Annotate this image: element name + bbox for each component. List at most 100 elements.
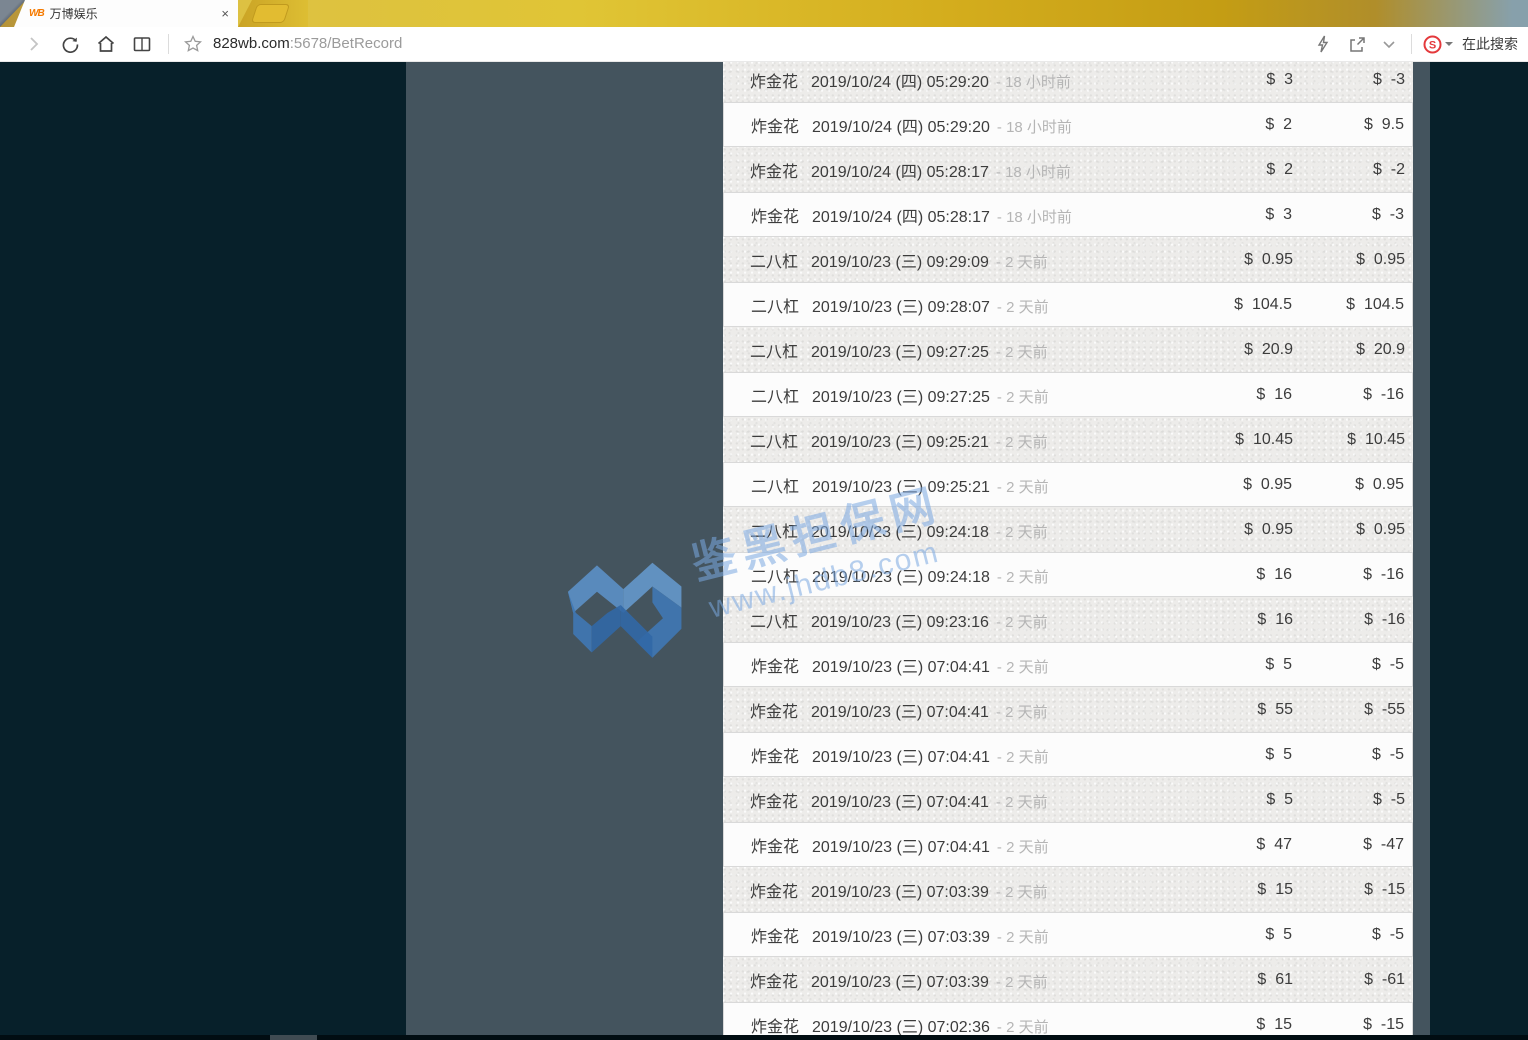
time-cell: 2019/10/24 (四) 05:28:17 - 18 小时前 bbox=[811, 158, 1128, 182]
site-favicon: WB bbox=[29, 8, 45, 19]
bet-record-row: 二八杠 2019/10/23 (三) 09:24:18 - 2 天前 $ 0.95… bbox=[723, 507, 1413, 552]
time-ago-label: - 2 天前 bbox=[995, 613, 1048, 631]
search-here-label[interactable]: 在此搜索 bbox=[1462, 34, 1518, 54]
win-loss-cell: $ 104.5 bbox=[1346, 295, 1404, 313]
game-name-cell: 炸金花 bbox=[750, 163, 799, 181]
bet-datetime: 2019/10/23 (三) 09:23:16 bbox=[811, 613, 989, 631]
win-loss-cell: $ -61 bbox=[1364, 970, 1405, 988]
bet-records-table: 炸金花 2019/10/24 (四) 05:29:20- 18 小时前 $ 3 … bbox=[723, 62, 1413, 1040]
time-ago-label: - 2 天前 bbox=[996, 388, 1049, 406]
time-ago-label: - 18 小时前 bbox=[995, 73, 1071, 91]
horizontal-scrollbar[interactable] bbox=[0, 1035, 1528, 1040]
page-viewport: 炸金花 2019/10/24 (四) 05:29:20- 18 小时前 $ 3 … bbox=[0, 62, 1528, 1040]
favorite-star-icon[interactable] bbox=[183, 34, 203, 54]
win-loss-cell: $ -16 bbox=[1363, 385, 1404, 403]
browser-tab[interactable]: WB 万博娱乐 × bbox=[14, 0, 238, 27]
bet-record-row: 二八杠 2019/10/23 (三) 09:28:07 - 2 天前 $ 104.… bbox=[723, 282, 1413, 327]
game-name-cell: 炸金花 bbox=[751, 118, 800, 136]
time-ago-label: - 2 天前 bbox=[996, 748, 1049, 766]
time-ago-label: - 18 小时前 bbox=[995, 163, 1071, 181]
time-cell: 2019/10/23 (三) 07:04:41 - 2 天前 bbox=[812, 833, 1127, 857]
toolbar-separator bbox=[168, 34, 169, 54]
bet-record-row: 二八杠 2019/10/23 (三) 09:23:16 - 2 天前 $ 16 $… bbox=[723, 597, 1413, 642]
time-cell: 2019/10/23 (三) 07:02:36 - 2 天前 bbox=[812, 1013, 1127, 1037]
time-ago-label: - 2 天前 bbox=[995, 703, 1048, 721]
flash-plugin-icon[interactable] bbox=[1313, 34, 1333, 54]
time-cell: 2019/10/23 (三) 09:27:25 - 2 天前 bbox=[811, 338, 1128, 362]
home-icon[interactable] bbox=[96, 34, 116, 54]
bet-amount-cell: $ 10.45 bbox=[1235, 430, 1293, 448]
bet-record-row: 二八杠 2019/10/23 (三) 09:25:21 - 2 天前 $ 10.4… bbox=[723, 417, 1413, 462]
bet-record-row: 二八杠 2019/10/23 (三) 09:25:21 - 2 天前 $ 0.95… bbox=[723, 462, 1413, 507]
bet-record-row: 炸金花 2019/10/24 (四) 05:28:17- 18 小时前 $ 2 … bbox=[723, 147, 1413, 192]
bet-amount-cell: $ 20.9 bbox=[1244, 340, 1293, 358]
time-ago-label: - 2 天前 bbox=[995, 973, 1048, 991]
time-ago-label: - 2 天前 bbox=[996, 568, 1049, 586]
time-ago-label: - 2 天前 bbox=[995, 523, 1048, 541]
game-name-cell: 二八杠 bbox=[750, 253, 799, 271]
bet-amount-cell: $ 16 bbox=[1256, 385, 1292, 403]
bet-record-row: 炸金花 2019/10/23 (三) 07:03:39 - 2 天前 $ 15 $… bbox=[723, 867, 1413, 912]
win-loss-cell: $ -55 bbox=[1364, 700, 1405, 718]
win-loss-cell: $ -5 bbox=[1371, 655, 1404, 673]
bet-amount-cell: $ 15 bbox=[1257, 880, 1293, 898]
time-cell: 2019/10/23 (三) 09:23:16 - 2 天前 bbox=[811, 608, 1128, 632]
bet-datetime: 2019/10/23 (三) 09:25:21 bbox=[812, 478, 990, 496]
bet-datetime: 2019/10/23 (三) 07:03:39 bbox=[811, 973, 989, 991]
time-cell: 2019/10/23 (三) 07:03:39 - 2 天前 bbox=[812, 923, 1127, 947]
watermark-logo-icon bbox=[567, 562, 682, 658]
url-host: 828wb.com bbox=[213, 35, 290, 52]
bet-record-row: 炸金花 2019/10/23 (三) 07:04:41 - 2 天前 $ 5 $ … bbox=[723, 732, 1413, 777]
game-name-cell: 炸金花 bbox=[750, 73, 799, 91]
game-name-cell: 炸金花 bbox=[751, 208, 800, 226]
time-cell: 2019/10/23 (三) 07:04:41 - 2 天前 bbox=[811, 788, 1128, 812]
bet-amount-cell: $ 0.95 bbox=[1244, 520, 1293, 538]
bet-amount-cell: $ 5 bbox=[1266, 790, 1293, 808]
bet-datetime: 2019/10/24 (四) 05:28:17 bbox=[811, 163, 989, 181]
bet-datetime: 2019/10/23 (三) 09:27:25 bbox=[812, 388, 990, 406]
bet-amount-cell: $ 3 bbox=[1266, 70, 1293, 88]
bet-record-row: 二八杠 2019/10/23 (三) 09:24:18 - 2 天前 $ 16 $… bbox=[723, 552, 1413, 597]
bet-amount-cell: $ 15 bbox=[1256, 1015, 1292, 1033]
bet-datetime: 2019/10/23 (三) 07:04:41 bbox=[812, 658, 990, 676]
win-loss-cell: $ -3 bbox=[1372, 70, 1405, 88]
bet-amount-cell: $ 16 bbox=[1257, 610, 1293, 628]
forward-icon[interactable] bbox=[24, 34, 44, 54]
time-ago-label: - 2 天前 bbox=[995, 343, 1048, 361]
win-loss-cell: $ -5 bbox=[1371, 745, 1404, 763]
chevron-down-icon[interactable] bbox=[1379, 34, 1399, 54]
tab-close-icon[interactable]: × bbox=[221, 7, 229, 20]
bet-record-row: 炸金花 2019/10/23 (三) 07:03:39 - 2 天前 $ 5 $ … bbox=[723, 912, 1413, 957]
new-tab-button[interactable] bbox=[250, 4, 291, 23]
win-loss-cell: $ 10.45 bbox=[1347, 430, 1405, 448]
time-cell: 2019/10/23 (三) 07:04:41 - 2 天前 bbox=[811, 698, 1128, 722]
sogou-dropdown-icon[interactable] bbox=[1444, 34, 1454, 54]
game-name-cell: 二八杠 bbox=[750, 433, 799, 451]
share-icon[interactable] bbox=[1347, 34, 1367, 54]
horizontal-scrollbar-thumb[interactable] bbox=[270, 1035, 317, 1040]
time-ago-label: - 2 天前 bbox=[996, 928, 1049, 946]
bet-record-row: 炸金花 2019/10/23 (三) 07:04:41 - 2 天前 $ 55 $… bbox=[723, 687, 1413, 732]
time-cell: 2019/10/23 (三) 07:03:39 - 2 天前 bbox=[811, 878, 1128, 902]
sogou-logo-icon[interactable]: S bbox=[1422, 34, 1442, 54]
bet-amount-cell: $ 0.95 bbox=[1244, 250, 1293, 268]
reading-list-icon[interactable] bbox=[132, 34, 152, 54]
bet-record-row: 炸金花 2019/10/23 (三) 07:04:41 - 2 天前 $ 5 $ … bbox=[723, 777, 1413, 822]
bet-datetime: 2019/10/23 (三) 09:29:09 bbox=[811, 253, 989, 271]
browser-toolbar: 828wb.com:5678/BetRecord S 在此搜索 bbox=[0, 27, 1528, 62]
game-name-cell: 炸金花 bbox=[751, 748, 800, 766]
game-name-cell: 炸金花 bbox=[751, 658, 800, 676]
win-loss-cell: $ -5 bbox=[1372, 790, 1405, 808]
bet-record-row: 炸金花 2019/10/23 (三) 07:04:41 - 2 天前 $ 47 $… bbox=[723, 822, 1413, 867]
game-name-cell: 炸金花 bbox=[751, 928, 800, 946]
time-ago-label: - 18 小时前 bbox=[996, 208, 1072, 226]
win-loss-cell: $ -16 bbox=[1363, 565, 1404, 583]
win-loss-cell: $ 9.5 bbox=[1363, 115, 1404, 133]
address-bar[interactable]: 828wb.com:5678/BetRecord bbox=[213, 35, 402, 53]
time-ago-label: - 2 天前 bbox=[995, 433, 1048, 451]
win-loss-cell: $ -5 bbox=[1371, 925, 1404, 943]
refresh-icon[interactable] bbox=[60, 34, 80, 54]
bet-amount-cell: $ 61 bbox=[1257, 970, 1293, 988]
time-cell: 2019/10/23 (三) 09:24:18 - 2 天前 bbox=[811, 518, 1128, 542]
bet-datetime: 2019/10/23 (三) 07:04:41 bbox=[811, 703, 989, 721]
